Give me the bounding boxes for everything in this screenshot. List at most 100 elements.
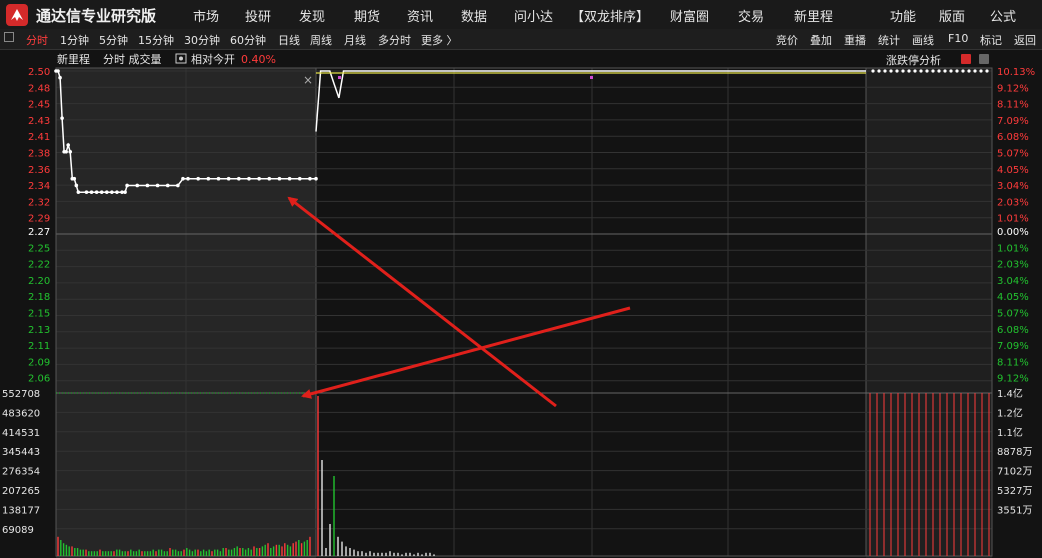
limit-price-point xyxy=(877,69,881,73)
prev-price-point xyxy=(181,176,185,181)
prev-price-point xyxy=(176,183,180,188)
prev-price-point xyxy=(216,176,221,181)
prev-price-point xyxy=(267,176,272,181)
pct-tick-label: 4.05% xyxy=(997,165,1029,176)
volume-tick-label: 276354 xyxy=(2,467,40,478)
price-tick-label: 2.25 xyxy=(28,243,50,254)
limit-price-point xyxy=(883,69,887,73)
menu-wealth-circle[interactable]: 财富圈 xyxy=(670,6,709,25)
limit-price-point xyxy=(907,69,911,73)
volume-tick-label: 414531 xyxy=(2,428,40,439)
menu-double-dragon[interactable]: 【双龙排序】 xyxy=(571,6,649,25)
limit-analysis-panel xyxy=(866,68,992,558)
prev-price-point xyxy=(247,176,251,181)
pct-tick-label: 9.12% xyxy=(997,83,1029,94)
limit-alert-icon[interactable] xyxy=(961,54,971,64)
pct-tick-label: 8.11% xyxy=(997,357,1029,368)
period-30min[interactable]: 30分钟 xyxy=(184,32,220,48)
prev-price-point xyxy=(165,183,170,188)
prev-price-point xyxy=(186,176,190,181)
chart-stock-name: 新里程 xyxy=(57,52,90,66)
period-weekly[interactable]: 周线 xyxy=(310,32,332,48)
btn-back[interactable]: 返回 xyxy=(1014,32,1036,48)
pct-tick-label: 0.00% xyxy=(997,227,1029,238)
limit-price-point xyxy=(871,69,875,73)
period-15min[interactable]: 15分钟 xyxy=(138,32,174,48)
limit-price-point xyxy=(961,69,965,73)
prev-price-point xyxy=(58,75,62,80)
volume-tick-label: 3551万 xyxy=(997,505,1032,516)
title-bar: 通达信专业研究版 市场 投研 发现 期货 资讯 数据 问小达 【双龙排序】 财富… xyxy=(0,0,1042,30)
price-tick-label: 2.15 xyxy=(28,309,50,320)
app-title: 通达信专业研究版 xyxy=(36,7,157,25)
btn-replay[interactable]: 重播 xyxy=(844,32,866,48)
panel-toggle-icon[interactable] xyxy=(4,32,14,42)
close-icon[interactable]: × xyxy=(303,73,313,87)
menu-data[interactable]: 数据 xyxy=(461,6,487,25)
menu-function[interactable]: 功能 xyxy=(890,6,916,25)
period-1min[interactable]: 1分钟 xyxy=(60,32,89,48)
period-more[interactable]: 更多 〉 xyxy=(421,32,458,48)
relative-open-value: 0.40% xyxy=(241,53,276,66)
prev-price-point xyxy=(64,149,68,154)
menu-market[interactable]: 市场 xyxy=(193,6,219,25)
pct-tick-label: 1.01% xyxy=(997,243,1029,254)
price-tick-label: 2.13 xyxy=(28,325,50,336)
pct-tick-label: 10.13% xyxy=(997,67,1035,78)
menu-new-milestone[interactable]: 新里程 xyxy=(794,6,833,25)
camera-lens-icon xyxy=(179,56,183,61)
volume-tick-label: 8878万 xyxy=(997,447,1032,458)
period-multi-intraday[interactable]: 多分时 xyxy=(378,32,411,48)
prev-price-point xyxy=(104,190,109,194)
prev-price-point xyxy=(94,190,99,194)
menu-formula[interactable]: 公式 xyxy=(990,6,1016,25)
prev-price-point xyxy=(99,190,104,194)
menu-trade[interactable]: 交易 xyxy=(738,6,764,25)
pct-tick-label: 8.11% xyxy=(997,100,1029,111)
limit-price-point xyxy=(925,69,929,73)
period-5min[interactable]: 5分钟 xyxy=(99,32,128,48)
btn-overlay[interactable]: 叠加 xyxy=(810,32,832,48)
period-intraday[interactable]: 分时 xyxy=(26,32,48,48)
event-marker xyxy=(590,76,593,79)
chart-mode-label: 分时 成交量 xyxy=(103,52,162,66)
pct-tick-label: 1.01% xyxy=(997,214,1029,225)
prev-price-point xyxy=(72,176,77,181)
menu-layout[interactable]: 版面 xyxy=(939,6,965,25)
intraday-chart[interactable]: 2.50 2.48 2.45 2.43 2.41 2.38 2.36 2.34 2.32 2.29… xyxy=(0,50,1042,558)
volume-tick-label: 207265 xyxy=(2,486,40,497)
btn-draw[interactable]: 画线 xyxy=(912,32,934,48)
volume-tick-label: 69089 xyxy=(2,525,34,536)
limit-price-point xyxy=(919,69,923,73)
limit-price-point xyxy=(931,69,935,73)
pct-tick-label: 5.07% xyxy=(997,309,1029,320)
period-monthly[interactable]: 月线 xyxy=(344,32,366,48)
limit-price-point xyxy=(937,69,941,73)
menu-research[interactable]: 投研 xyxy=(245,6,271,25)
price-tick-label: 2.38 xyxy=(28,149,50,160)
menu-futures[interactable]: 期货 xyxy=(354,6,380,25)
prev-price-point xyxy=(287,176,292,181)
prev-price-point xyxy=(74,183,79,188)
prev-price-point xyxy=(145,183,150,188)
period-daily[interactable]: 日线 xyxy=(278,32,300,48)
limit-settings-icon[interactable] xyxy=(979,54,989,64)
pct-tick-label: 7.09% xyxy=(997,341,1029,352)
menu-news[interactable]: 资讯 xyxy=(407,6,433,25)
prev-price-point xyxy=(89,190,94,194)
btn-auction[interactable]: 竞价 xyxy=(776,32,798,48)
prev-price-point xyxy=(308,176,312,181)
limit-price-point xyxy=(895,69,899,73)
btn-f10[interactable]: F10 xyxy=(948,32,968,45)
limit-price-point xyxy=(949,69,953,73)
btn-stats[interactable]: 统计 xyxy=(878,32,900,48)
prev-price-point xyxy=(226,176,231,181)
volume-tick-label: 552708 xyxy=(2,389,40,400)
menu-discover[interactable]: 发现 xyxy=(299,6,325,25)
menu-ask[interactable]: 问小达 xyxy=(514,6,553,25)
period-60min[interactable]: 60分钟 xyxy=(230,32,266,48)
volume-tick-label: 5327万 xyxy=(997,486,1032,497)
prev-price-point xyxy=(277,176,282,181)
pct-tick-label: 7.09% xyxy=(997,116,1029,127)
btn-mark[interactable]: 标记 xyxy=(980,32,1002,48)
